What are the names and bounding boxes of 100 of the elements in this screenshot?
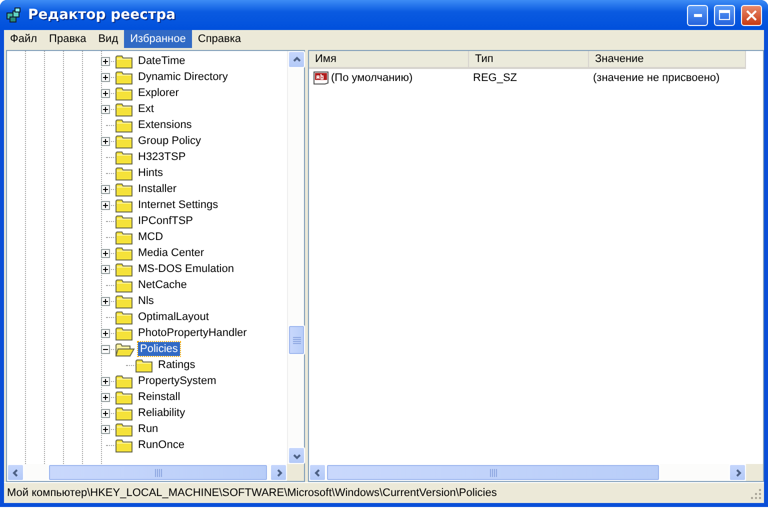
expand-icon[interactable] [101, 296, 110, 306]
tree-item[interactable]: DateTime [136, 54, 188, 68]
folder-icon [115, 406, 133, 420]
folder-icon [115, 278, 133, 292]
menu-item[interactable]: Файл [4, 30, 44, 48]
chevron-up-icon [292, 56, 300, 64]
tree-item[interactable]: PhotoPropertyHandler [136, 326, 249, 340]
tree-item[interactable]: Installer [136, 182, 179, 196]
folder-icon [115, 326, 133, 340]
maximize-icon [719, 10, 730, 20]
menu-item[interactable]: Избранное [124, 30, 192, 48]
tree-item[interactable]: Dynamic Directory [136, 70, 230, 84]
chevron-down-icon [292, 452, 300, 460]
folder-icon [115, 102, 133, 116]
folder-icon [115, 118, 133, 132]
tree-item[interactable]: RunOnce [136, 438, 186, 452]
tree-item[interactable]: MCD [136, 230, 166, 244]
tree-item[interactable]: Ratings [156, 358, 198, 372]
tree-item[interactable]: Policies [138, 342, 180, 356]
column-header[interactable]: Тип [469, 51, 589, 67]
scrollbar-thumb[interactable] [288, 325, 305, 355]
expand-icon[interactable] [101, 72, 110, 82]
horizontal-scrollbar[interactable] [309, 464, 746, 481]
horizontal-scrollbar[interactable] [7, 464, 287, 481]
folder-icon [115, 70, 133, 84]
folder-icon [135, 358, 153, 372]
tree-item[interactable]: Extensions [136, 118, 194, 132]
folder-icon [115, 182, 133, 196]
value-type: REG_SZ [473, 72, 518, 84]
window-title: Редактор реестра [28, 7, 177, 23]
folder-icon [115, 246, 133, 260]
folder-icon [115, 374, 133, 388]
tree-item[interactable]: PropertySystem [136, 374, 218, 388]
folder-icon [115, 150, 133, 164]
expand-icon[interactable] [101, 408, 110, 418]
scrollbar-thumb[interactable] [326, 464, 660, 481]
chevron-left-icon [12, 468, 20, 476]
minimize-icon [694, 14, 702, 16]
tree-item[interactable]: OptimalLayout [136, 310, 211, 324]
expand-icon[interactable] [101, 424, 110, 434]
expand-icon[interactable] [101, 136, 110, 146]
status-path: Мой компьютер\HKEY_LOCAL_MACHINE\SOFTWARE\Microsoft\Windows\CurrentVersion\Policies [7, 487, 498, 499]
maximize-button[interactable] [714, 4, 735, 26]
expand-icon[interactable] [101, 104, 110, 114]
expand-icon[interactable] [101, 328, 110, 338]
folder-icon [115, 86, 133, 100]
scroll-left-button[interactable] [309, 464, 326, 481]
chevron-left-icon [314, 468, 322, 476]
menu-item[interactable]: Справка [192, 30, 248, 48]
registry-cubes-icon [6, 7, 22, 23]
collapse-icon[interactable] [101, 344, 110, 354]
folder-icon [115, 422, 133, 436]
tree-item[interactable]: Group Policy [136, 134, 203, 148]
expand-icon[interactable] [101, 264, 110, 274]
menu-item[interactable]: Правка [43, 30, 92, 48]
folder-icon [115, 310, 133, 324]
tree-item[interactable]: NetCache [136, 278, 189, 292]
chevron-right-icon [734, 468, 742, 476]
tree-item[interactable]: Nls [136, 294, 156, 308]
tree-item[interactable]: H323TSP [136, 150, 188, 164]
scroll-down-button[interactable] [288, 447, 305, 464]
tree-item[interactable]: Internet Settings [136, 198, 220, 212]
tree-item[interactable]: Ext [136, 102, 156, 116]
expand-icon[interactable] [101, 248, 110, 258]
scroll-left-button[interactable] [7, 464, 24, 481]
tree-item[interactable]: Media Center [136, 246, 206, 260]
tree-item[interactable]: Explorer [136, 86, 181, 100]
folder-icon [115, 438, 133, 452]
scrollbar-thumb[interactable] [48, 464, 268, 481]
expand-icon[interactable] [101, 88, 110, 98]
expand-icon[interactable] [101, 184, 110, 194]
folder-icon [115, 294, 133, 308]
expand-icon[interactable] [101, 200, 110, 210]
scrollbar-corner [746, 464, 763, 481]
grip-icon [490, 468, 496, 476]
grip-icon [154, 468, 162, 476]
expand-icon[interactable] [101, 392, 110, 402]
scroll-right-button[interactable] [729, 464, 746, 481]
grip-icon [292, 336, 300, 344]
scroll-up-button[interactable] [288, 51, 305, 68]
tree-item[interactable]: Reinstall [136, 390, 182, 404]
resize-grip-icon [750, 488, 761, 498]
tree-item[interactable]: Reliability [136, 406, 188, 420]
minimize-button[interactable] [687, 4, 708, 26]
column-header[interactable]: Имя [309, 51, 469, 67]
value-name[interactable]: (По умолчанию) [331, 72, 413, 84]
scroll-right-button[interactable] [270, 464, 287, 481]
expand-icon[interactable] [101, 56, 110, 66]
column-header[interactable]: Значение [589, 51, 746, 67]
tree-item[interactable]: Hints [136, 166, 166, 180]
close-button[interactable] [741, 4, 762, 26]
tree-item[interactable]: IPConfTSP [136, 214, 196, 228]
folder-icon [115, 214, 133, 228]
vertical-scrollbar[interactable] [287, 51, 304, 464]
tree-item[interactable]: Run [136, 422, 160, 436]
tree-item[interactable]: MS-DOS Emulation [136, 262, 236, 276]
folder-icon [115, 54, 133, 68]
menu-item[interactable]: Вид [92, 30, 124, 48]
expand-icon[interactable] [101, 376, 110, 386]
folder-icon [115, 390, 133, 404]
